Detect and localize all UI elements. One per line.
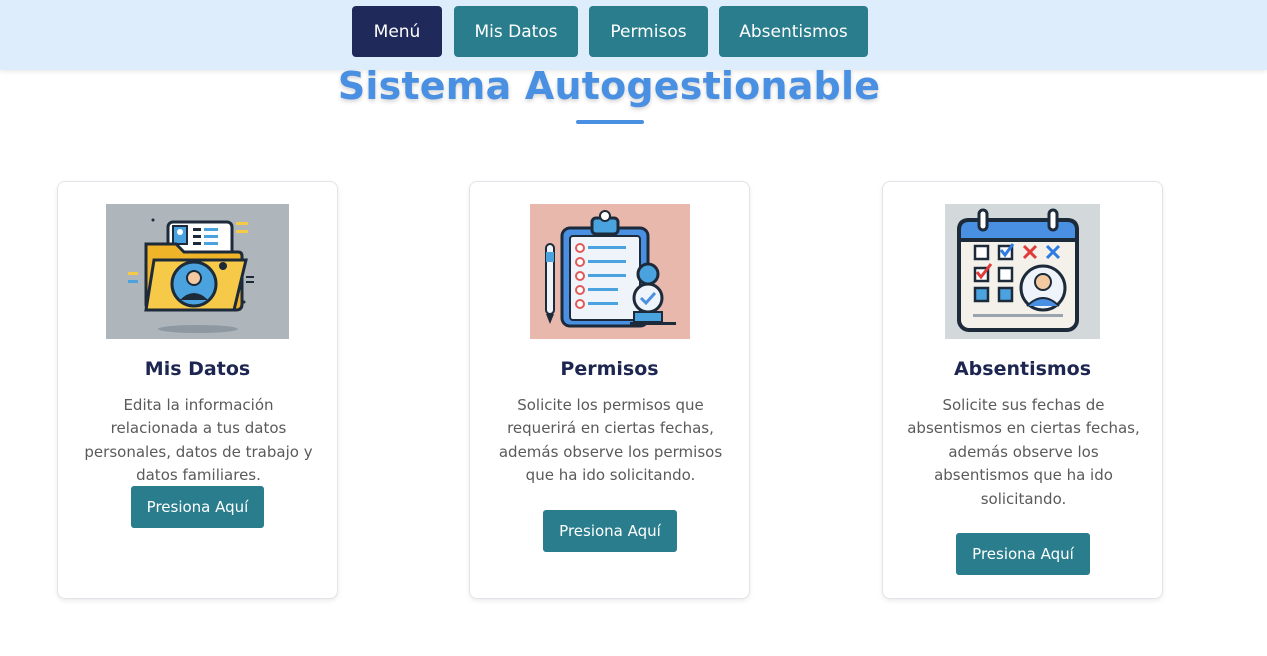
card-title: Permisos	[560, 358, 659, 380]
nav-mis-datos-button[interactable]: Mis Datos	[454, 6, 578, 57]
card-description: Solicite sus fechas de absentismos en ci…	[907, 396, 1140, 508]
page-title: Sistema Autogestionable	[337, 64, 881, 108]
card-absentismos: Absentismos Solicite sus fechas de absen…	[882, 181, 1163, 599]
card-title: Absentismos	[953, 358, 1092, 380]
nav-absentismos-button[interactable]: Absentismos	[719, 6, 868, 57]
absentismos-press-button[interactable]: Presiona Aquí	[956, 533, 1090, 575]
card-permisos: Permisos Solicite los permisos que reque…	[469, 181, 750, 599]
card-description: Edita la información relacionada a tus d…	[84, 396, 313, 485]
folder-profile-icon	[106, 204, 289, 339]
card-title: Mis Datos	[144, 358, 251, 380]
mis-datos-press-button[interactable]: Presiona Aquí	[131, 486, 264, 528]
card-description: Solicite los permisos que requerirá en c…	[498, 396, 723, 485]
nav-permisos-button[interactable]: Permisos	[589, 6, 708, 57]
calendar-absence-icon	[945, 204, 1100, 339]
permisos-press-button[interactable]: Presiona Aquí	[543, 510, 677, 552]
title-underline	[576, 120, 644, 124]
card-mis-datos: Mis Datos Edita la información relaciona…	[57, 181, 338, 599]
top-navigation-bar: Menú Mis Datos Permisos Absentismos	[0, 0, 1267, 70]
nav-menu-button[interactable]: Menú	[352, 6, 442, 57]
clipboard-checklist-icon	[530, 204, 690, 339]
